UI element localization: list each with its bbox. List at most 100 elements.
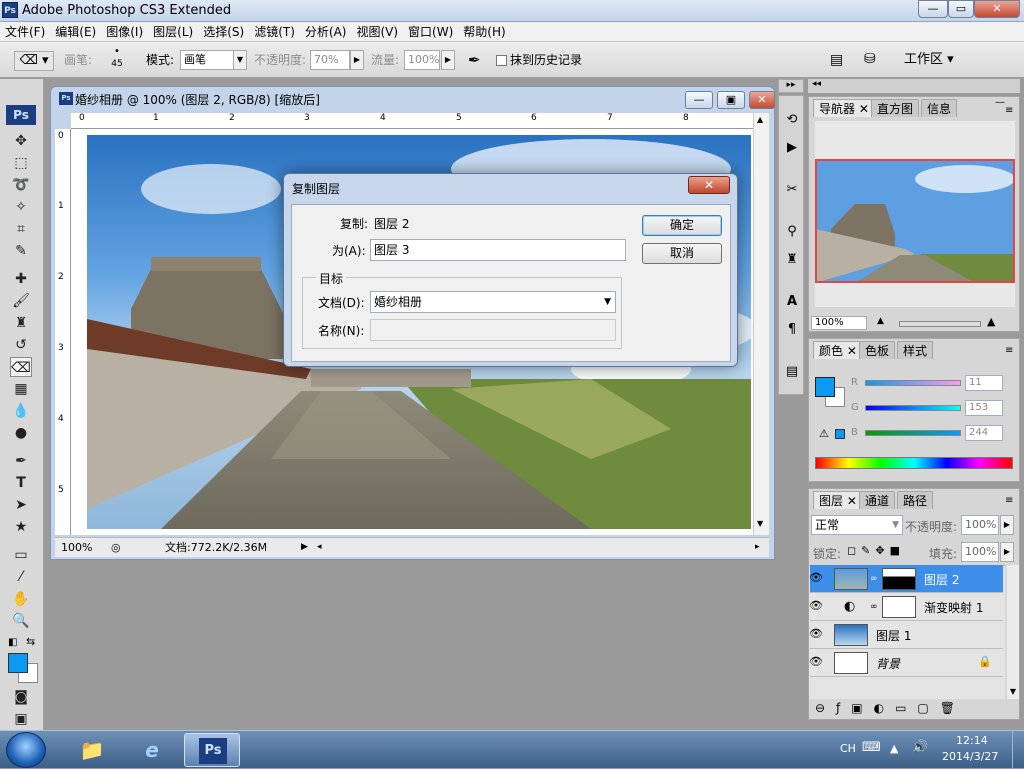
pen-tool-icon[interactable]: ✒ (10, 451, 32, 471)
tab-paths[interactable]: 路径 (897, 491, 934, 509)
clock-time[interactable]: 12:14 (956, 734, 988, 747)
doc-minimize-button[interactable]: — (685, 91, 713, 109)
visibility-eye-icon[interactable]: 👁 (808, 599, 824, 612)
tool-presets-icon[interactable]: ✂ (782, 180, 802, 200)
notes-tool-icon[interactable]: ▭ (10, 545, 32, 565)
menu-select[interactable]: 选择(S) (198, 22, 249, 42)
layer-name[interactable]: 图层 2 (924, 571, 959, 588)
maximize-button[interactable]: ▭ (948, 0, 974, 18)
fill-arrow-icon[interactable]: ▶ (1000, 542, 1014, 562)
scroll-left-icon[interactable]: ◂ (317, 538, 322, 557)
tab-info[interactable]: 信息 (921, 99, 958, 117)
layer-name[interactable]: 背景 (876, 655, 900, 672)
zoom-in-icon[interactable]: ▲ (987, 315, 995, 328)
language-indicator[interactable]: CH (840, 742, 856, 755)
scroll-down-icon[interactable]: ▼ (757, 519, 763, 528)
dock-header[interactable]: ▸▸ (778, 79, 804, 93)
layer-row-layer1[interactable]: 👁 图层 1 (809, 621, 1003, 649)
eraser-tool-preset-icon[interactable]: ⌫ ▾ (14, 51, 54, 71)
flow-arrow-icon[interactable]: ▶ (441, 50, 455, 70)
airbrush-icon[interactable]: ✒ (468, 51, 488, 71)
slice-tool-icon[interactable]: ✎ (10, 241, 32, 261)
doc-maximize-button[interactable]: ▣ (717, 91, 745, 109)
menu-image[interactable]: 图像(I) (101, 22, 148, 42)
crop-tool-icon[interactable]: ⌗ (10, 219, 32, 239)
panel-menu-icon[interactable]: ≡ (1005, 105, 1013, 116)
gradient-tool-icon[interactable]: ▦ (10, 379, 32, 399)
healing-brush-icon[interactable]: ✚ (10, 269, 32, 289)
dialog-close-button[interactable]: ✕ (688, 176, 730, 194)
mode-dropdown-icon[interactable]: ▼ (233, 50, 247, 70)
r-slider[interactable] (865, 380, 961, 386)
foreground-color-swatch[interactable] (8, 653, 28, 673)
clone-source-icon[interactable]: ♜ (782, 250, 802, 270)
menu-file[interactable]: 文件(F) (0, 22, 50, 42)
magic-wand-tool-icon[interactable]: ✧ (10, 197, 32, 217)
brush-tool-icon[interactable]: 🖌 (10, 291, 32, 311)
opacity-arrow-icon[interactable]: ▶ (350, 50, 364, 70)
screen-mode-icon[interactable]: ▣ (10, 709, 32, 729)
color-panel-menu-icon[interactable]: ≡ (1005, 345, 1013, 356)
visibility-eye-icon[interactable]: 👁 (808, 571, 824, 584)
zoom-level[interactable]: 100% (61, 538, 92, 557)
tab-histogram[interactable]: 直方图 (871, 99, 920, 117)
tab-layers[interactable]: 图层 ✕ (813, 491, 863, 509)
layer-row-gradient-map[interactable]: 👁 ◐ ∞ 渐变映射 1 (808, 593, 1003, 621)
menu-edit[interactable]: 编辑(E) (50, 22, 101, 42)
lock-icons[interactable]: ◻✎✥■ (847, 544, 905, 557)
b-slider[interactable] (865, 430, 961, 436)
status-info-icon[interactable]: ◎ (111, 538, 121, 557)
layer-mask-thumbnail[interactable] (882, 596, 916, 618)
link-icon[interactable]: ∞ (870, 574, 878, 584)
menu-help[interactable]: 帮助(H) (458, 22, 510, 42)
hand-tool-icon[interactable]: ✋ (10, 589, 32, 609)
workspace-button[interactable]: 工作区 ▾ (904, 42, 954, 78)
eyedropper-tool-icon[interactable]: ⁄ (10, 567, 32, 587)
layers-footer-icons[interactable]: ⊖ƒ▣◐▭▢🗑 (815, 701, 1015, 719)
minimize-button[interactable]: — (918, 0, 948, 18)
zoom-tool-icon[interactable]: 🔍 (10, 611, 32, 631)
layer-name[interactable]: 渐变映射 1 (924, 599, 983, 616)
actions-panel-icon[interactable]: ▶ (782, 138, 802, 158)
menu-filter[interactable]: 滤镜(T) (249, 22, 300, 42)
cancel-button[interactable]: 取消 (642, 243, 722, 264)
g-slider[interactable] (865, 405, 961, 411)
navigator-zoom-input[interactable]: 100% (811, 316, 867, 330)
shape-tool-icon[interactable]: ★ (10, 517, 32, 537)
link-icon[interactable]: ∞ (870, 602, 878, 612)
lasso-tool-icon[interactable]: ➰ (10, 175, 32, 195)
scroll-up-icon[interactable]: ▲ (757, 115, 763, 124)
tab-swatches[interactable]: 色板 (859, 341, 896, 359)
stamp-tool-icon[interactable]: ♜ (10, 313, 32, 333)
bridge-icon[interactable]: ⛁ (864, 51, 888, 71)
internet-explorer-icon[interactable]: e (124, 733, 180, 767)
menu-layer[interactable]: 图层(L) (148, 22, 198, 42)
opacity-input[interactable]: 70% (310, 50, 350, 70)
gamut-swatch[interactable] (835, 429, 845, 439)
color-spectrum-bar[interactable] (815, 457, 1013, 469)
eraser-tool-icon[interactable]: ⌫ (10, 357, 32, 377)
layer-row-layer2[interactable]: 👁 ∞ 图层 2 (808, 565, 1003, 593)
fill-input[interactable]: 100% (961, 542, 999, 562)
panel-collapse-icon[interactable]: — (995, 97, 1005, 108)
ok-button[interactable]: 确定 (642, 215, 722, 236)
layer-name[interactable]: 图层 1 (876, 627, 911, 644)
layers-scroll-down-icon[interactable]: ▼ (1007, 687, 1019, 696)
menu-analysis[interactable]: 分析(A) (300, 22, 352, 42)
menu-window[interactable]: 窗口(W) (403, 22, 458, 42)
blur-tool-icon[interactable]: 💧 (10, 401, 32, 421)
visibility-eye-icon[interactable]: 👁 (808, 655, 824, 668)
document-select[interactable]: 婚纱相册 ▼ (370, 291, 616, 313)
default-colors-icon[interactable]: ◧ (8, 637, 17, 648)
layers-panel-menu-icon[interactable]: ≡ (1005, 495, 1013, 506)
tab-color[interactable]: 颜色 ✕ (813, 341, 863, 359)
close-button[interactable]: ✕ (974, 0, 1020, 18)
flow-input[interactable]: 100% (404, 50, 440, 70)
g-input[interactable]: 153 (965, 400, 1003, 416)
status-menu-arrow-icon[interactable]: ▶ (301, 538, 308, 557)
navigator-zoom-slider[interactable] (899, 321, 981, 327)
history-checkbox[interactable] (496, 55, 507, 66)
navigator-thumbnail[interactable] (815, 159, 1015, 283)
brushes-panel-icon[interactable]: ⚲ (782, 222, 802, 242)
marquee-tool-icon[interactable]: ⬚ (10, 153, 32, 173)
